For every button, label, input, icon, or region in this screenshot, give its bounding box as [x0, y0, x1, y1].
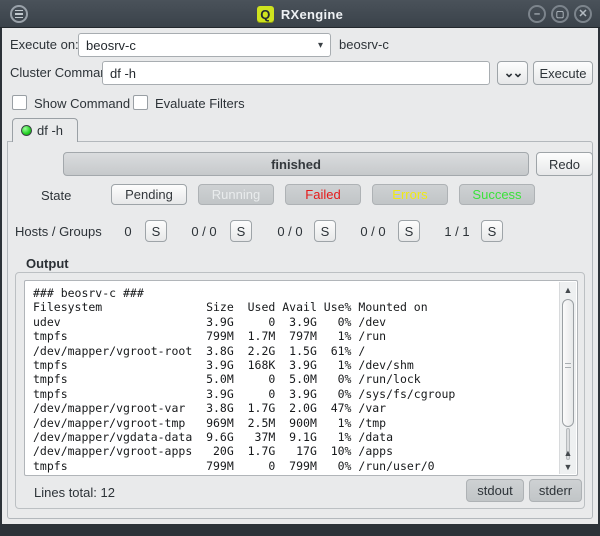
- tab-df-h[interactable]: df -h: [12, 118, 78, 142]
- tab-label: df -h: [37, 123, 63, 138]
- select-failed-button[interactable]: S: [314, 220, 336, 242]
- chevron-down-icon: ▾: [318, 40, 323, 51]
- show-command-label: Show Command: [34, 96, 130, 111]
- state-success-button: Success: [459, 184, 535, 205]
- lines-total-label: Lines total: 12: [34, 485, 115, 500]
- state-running-button: Running: [198, 184, 274, 205]
- evaluate-filters-label: Evaluate Filters: [155, 96, 245, 111]
- stdout-toggle-button[interactable]: stdout: [466, 479, 524, 502]
- execute-on-value: beosrv-c: [86, 38, 136, 53]
- minimize-button[interactable]: –: [528, 5, 546, 23]
- app-logo-icon: Q: [257, 6, 274, 23]
- scroll-down-icon[interactable]: ▼: [560, 460, 576, 474]
- close-button[interactable]: ✕: [574, 5, 592, 23]
- window-title: RXengine: [281, 7, 343, 22]
- current-host-label: beosrv-c: [339, 37, 389, 52]
- execute-button[interactable]: Execute: [533, 61, 593, 85]
- output-groupbox: Output ### beosrv-c ### Filesystem Size …: [15, 272, 585, 509]
- tab-panel: finished Redo State Pending Running Fail…: [7, 141, 593, 519]
- progress-bar: finished: [63, 152, 529, 176]
- output-scrollbar[interactable]: ▲ ▲ ▼: [559, 282, 576, 474]
- evaluate-filters-checkbox[interactable]: [133, 95, 148, 110]
- output-text: ### beosrv-c ### Filesystem Size Used Av…: [33, 286, 557, 473]
- stderr-toggle-button[interactable]: stderr: [529, 479, 582, 502]
- show-command-checkbox[interactable]: [12, 95, 27, 110]
- select-running-button[interactable]: S: [230, 220, 252, 242]
- scrollbar-thumb[interactable]: [562, 299, 574, 427]
- titlebar: Q RXengine – ▢ ✕: [0, 0, 600, 28]
- state-pending-button[interactable]: Pending: [111, 184, 187, 205]
- rxengine-window: Q RXengine – ▢ ✕ Execute on: beosrv-c ▾ …: [0, 0, 600, 536]
- output-title: Output: [22, 256, 73, 271]
- select-pending-button[interactable]: S: [145, 220, 167, 242]
- output-textarea[interactable]: ### beosrv-c ### Filesystem Size Used Av…: [24, 280, 578, 476]
- cluster-command-input[interactable]: df -h: [102, 61, 490, 85]
- scroll-up-icon[interactable]: ▲: [560, 283, 576, 297]
- select-success-button[interactable]: S: [481, 220, 503, 242]
- hosts-count-running: 0 / 0: [169, 224, 239, 239]
- status-led-icon: [21, 125, 32, 136]
- hosts-groups-label: Hosts / Groups: [15, 224, 102, 239]
- execute-on-combobox[interactable]: beosrv-c ▾: [78, 33, 331, 57]
- main-content: Execute on: beosrv-c ▾ beosrv-c Cluster …: [2, 28, 598, 524]
- maximize-button[interactable]: ▢: [551, 5, 569, 23]
- command-history-button[interactable]: ⌄⌄: [497, 61, 528, 85]
- state-label: State: [41, 188, 71, 203]
- state-failed-button: Failed: [285, 184, 361, 205]
- cluster-command-value: df -h: [110, 66, 136, 81]
- select-errors-button[interactable]: S: [398, 220, 420, 242]
- scroll-up2-icon[interactable]: ▲: [560, 446, 576, 460]
- execute-on-label: Execute on:: [10, 37, 79, 52]
- title-group: Q RXengine: [0, 0, 600, 28]
- state-errors-button: Errors: [372, 184, 448, 205]
- redo-button[interactable]: Redo: [536, 152, 593, 176]
